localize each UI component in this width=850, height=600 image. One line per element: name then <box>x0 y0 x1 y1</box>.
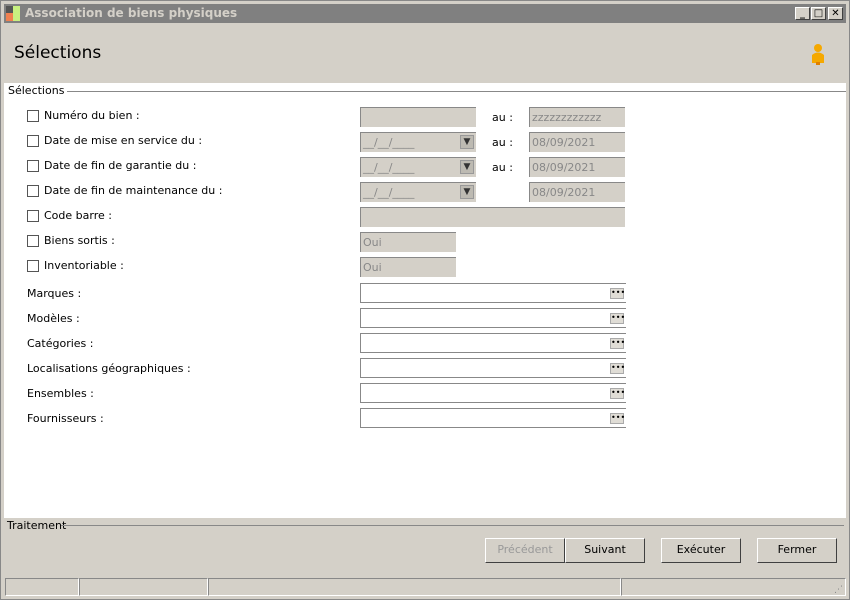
label: Numéro du bien : <box>44 109 140 122</box>
row-marques: Marques : ••• <box>4 283 846 303</box>
label: Ensembles : <box>27 387 94 400</box>
maximize-button[interactable]: □ <box>811 7 826 20</box>
chevron-down-icon[interactable]: ▼ <box>460 135 474 149</box>
window-title: Association de biens physiques <box>25 6 238 20</box>
browse-button[interactable]: ••• <box>610 363 625 374</box>
browse-button[interactable]: ••• <box>610 288 625 299</box>
row-fournisseurs: Fournisseurs : ••• <box>4 408 846 428</box>
row-mise-en-service: Date de mise en service du : __/__/____ ▼… <box>4 132 846 152</box>
browse-button[interactable]: ••• <box>610 388 625 399</box>
date-value: __/__/____ <box>363 136 415 149</box>
label: Catégories : <box>27 337 94 350</box>
previous-button[interactable]: Précédent <box>485 538 565 563</box>
status-pane <box>79 578 208 596</box>
label: Date de fin de garantie du : <box>44 159 197 172</box>
row-ensembles: Ensembles : ••• <box>4 383 846 403</box>
row-modeles: Modèles : ••• <box>4 308 846 328</box>
execute-button[interactable]: Exécuter <box>661 538 741 563</box>
row-fin-maintenance: Date de fin de maintenance du : __/__/__… <box>4 182 846 202</box>
au-label: au : <box>492 111 513 124</box>
chevron-down-icon[interactable]: ▼ <box>460 160 474 174</box>
page-title: Sélections <box>14 43 102 63</box>
date-value: __/__/____ <box>363 186 415 199</box>
browse-button[interactable]: ••• <box>610 313 625 324</box>
chevron-down-icon[interactable]: ▼ <box>460 185 474 199</box>
ensembles-input[interactable]: ••• <box>360 383 626 403</box>
label: Marques : <box>27 287 82 300</box>
label: Date de mise en service du : <box>44 134 203 147</box>
browse-button[interactable]: ••• <box>610 338 625 349</box>
checkbox[interactable] <box>27 160 39 172</box>
row-categories: Catégories : ••• <box>4 333 846 353</box>
au-label: au : <box>492 136 513 149</box>
app-icon <box>6 6 21 21</box>
checkbox[interactable] <box>27 210 39 222</box>
selections-legend: Sélections <box>8 84 68 97</box>
label: Inventoriable : <box>44 259 124 272</box>
date-from-input[interactable]: __/__/____ ▼ <box>360 157 476 177</box>
label: Date de fin de maintenance du : <box>44 184 223 197</box>
status-pane <box>5 578 79 596</box>
checkbox[interactable] <box>27 135 39 147</box>
fournisseurs-input[interactable]: ••• <box>360 408 626 428</box>
label: Code barre : <box>44 209 112 222</box>
row-inventoriable: Inventoriable : Oui <box>4 257 846 277</box>
window: Association de biens physiques _ □ ✕ Sél… <box>0 0 850 600</box>
numero-from-input[interactable] <box>360 107 476 127</box>
resize-grip-icon[interactable]: ⋰ <box>834 585 843 595</box>
close-window-button[interactable]: ✕ <box>828 7 843 20</box>
checkbox[interactable] <box>27 260 39 272</box>
selections-panel: Sélections Numéro du bien : au : zzzzzzz… <box>4 83 846 518</box>
inventoriable-select[interactable]: Oui <box>360 257 456 277</box>
row-code-barre: Code barre : <box>4 207 846 227</box>
label: Fournisseurs : <box>27 412 104 425</box>
divider <box>61 525 844 526</box>
date-to-input[interactable]: 08/09/2021 <box>529 157 625 177</box>
date-to-input[interactable]: 08/09/2021 <box>529 132 625 152</box>
date-to-input[interactable]: 08/09/2021 <box>529 182 625 202</box>
checkbox[interactable] <box>27 235 39 247</box>
row-biens-sortis: Biens sortis : Oui <box>4 232 846 252</box>
localisations-input[interactable]: ••• <box>360 358 626 378</box>
date-value: __/__/____ <box>363 161 415 174</box>
row-fin-garantie: Date de fin de garantie du : __/__/____ ▼… <box>4 157 846 177</box>
checkbox[interactable] <box>27 185 39 197</box>
traitement-legend: Traitement <box>7 519 67 532</box>
categories-input[interactable]: ••• <box>360 333 626 353</box>
header: Sélections <box>4 23 846 83</box>
checkbox[interactable] <box>27 110 39 122</box>
date-from-input[interactable]: __/__/____ ▼ <box>360 182 476 202</box>
label: Localisations géographiques : <box>27 362 191 375</box>
row-localisations: Localisations géographiques : ••• <box>4 358 846 378</box>
au-label: au : <box>492 161 513 174</box>
modeles-input[interactable]: ••• <box>360 308 626 328</box>
label: Modèles : <box>27 312 80 325</box>
date-from-input[interactable]: __/__/____ ▼ <box>360 132 476 152</box>
biens-sortis-select[interactable]: Oui <box>360 232 456 252</box>
close-button[interactable]: Fermer <box>757 538 837 563</box>
next-button[interactable]: Suivant <box>565 538 645 563</box>
user-icon[interactable] <box>810 43 826 65</box>
label: Biens sortis : <box>44 234 115 247</box>
status-pane <box>208 578 621 596</box>
code-barre-input[interactable] <box>360 207 625 227</box>
row-numero: Numéro du bien : au : zzzzzzzzzzzz <box>4 107 846 127</box>
title-bar: Association de biens physiques _ □ ✕ <box>4 4 846 23</box>
status-pane: ⋰ <box>621 578 846 596</box>
minimize-button[interactable]: _ <box>795 7 810 20</box>
browse-button[interactable]: ••• <box>610 413 625 424</box>
marques-input[interactable]: ••• <box>360 283 626 303</box>
numero-to-input[interactable]: zzzzzzzzzzzz <box>529 107 625 127</box>
